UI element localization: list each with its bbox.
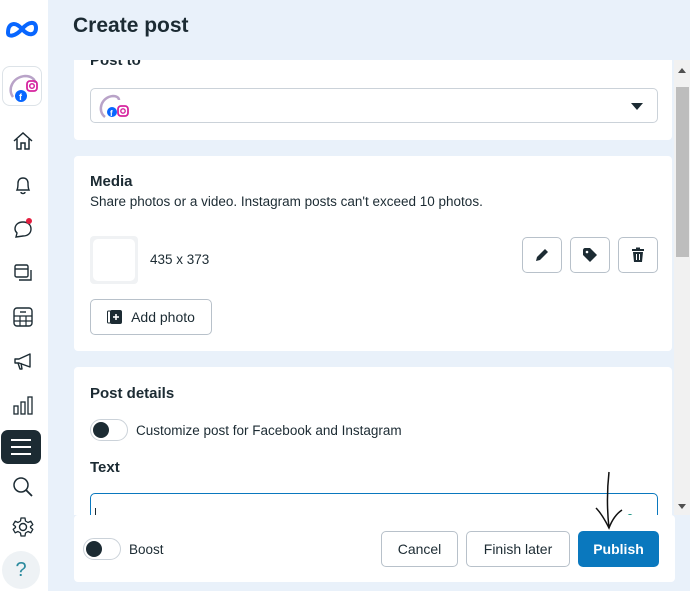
sidebar-item-settings[interactable] [4,510,42,544]
media-thumbnail[interactable] [90,236,138,284]
post-to-title: Post to [90,60,141,69]
sidebar-item-planner[interactable] [4,300,42,334]
publish-button[interactable]: Publish [578,531,659,567]
megaphone-icon [14,353,31,370]
calendar-grid-icon [13,307,33,327]
sidebar-item-search[interactable] [4,470,42,504]
media-description: Share photos or a video. Instagram posts… [90,194,483,209]
finish-later-button[interactable]: Finish later [466,531,570,567]
customize-post-toggle[interactable] [90,419,128,441]
boost-toggle[interactable] [83,538,121,560]
pencil-icon [536,249,548,261]
page-title: Create post [73,14,189,37]
chevron-down-icon [631,103,643,110]
account-avatar-icon: f [99,94,129,118]
post-text-input[interactable] [90,493,658,515]
text-label: Text [90,459,120,476]
notification-badge [26,218,32,224]
annotation-arrow-icon [595,471,623,530]
add-photo-button[interactable]: Add photo [90,299,212,335]
add-photo-icon [107,310,123,324]
home-icon [13,131,33,150]
post-details-section: Post details Customize post for Facebook… [74,367,672,515]
edit-media-button[interactable] [522,237,562,273]
post-details-title: Post details [90,385,175,402]
account-avatar[interactable]: f [2,66,42,106]
sidebar-item-all-tools[interactable] [1,430,41,464]
account-select[interactable]: f [90,88,658,123]
search-icon [13,477,33,497]
sidebar-item-ads[interactable] [4,344,42,378]
question-icon: ? [15,558,27,581]
svg-text:f: f [110,109,113,118]
add-photo-label: Add photo [131,309,195,325]
media-dimensions: 435 x 373 [150,252,210,267]
tag-media-button[interactable] [570,237,610,273]
gear-icon [12,517,34,537]
scrollbar-thumb[interactable] [676,87,689,257]
sidebar-item-inbox[interactable] [4,212,42,246]
meta-logo-icon[interactable] [4,14,40,44]
boost-label: Boost [129,542,164,557]
post-to-section: Post to f [74,60,672,140]
scrollbar[interactable] [674,60,690,515]
media-title: Media [90,173,133,190]
sidebar: f ? [0,0,48,591]
create-post-form: Post to f Media Share photos or a video.… [74,60,672,515]
bell-icon [15,177,31,195]
sidebar-item-insights[interactable] [4,388,42,422]
tag-icon [583,248,597,262]
bar-chart-icon [13,396,33,415]
content-stack-icon [14,264,32,281]
delete-media-button[interactable] [618,237,658,273]
help-button[interactable]: ? [2,551,40,589]
scroll-up-arrow-icon[interactable] [678,68,686,73]
footer-bar: Boost Cancel Finish later Publish [74,515,675,582]
media-section: Media Share photos or a video. Instagram… [74,156,672,351]
sidebar-item-content[interactable] [4,256,42,290]
scroll-down-arrow-icon[interactable] [678,504,686,509]
sidebar-item-home[interactable] [4,124,42,158]
sidebar-item-notifications[interactable] [4,168,42,202]
hamburger-menu-icon [11,439,31,455]
cancel-button[interactable]: Cancel [381,531,458,567]
customize-post-label: Customize post for Facebook and Instagra… [136,423,402,438]
trash-icon [632,247,644,262]
